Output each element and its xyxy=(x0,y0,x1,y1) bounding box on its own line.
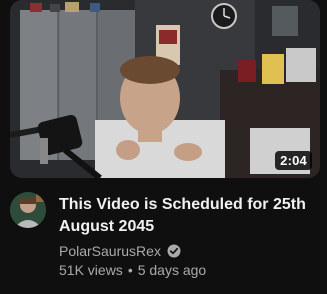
video-card[interactable]: 2:04 This Video is Scheduled for 25th Au… xyxy=(0,0,327,294)
video-thumbnail[interactable]: 2:04 xyxy=(10,0,320,178)
video-title[interactable]: This Video is Scheduled for 25th August … xyxy=(59,194,314,238)
thumbnail-image xyxy=(10,0,320,178)
channel-row[interactable]: PolarSaurusRex xyxy=(59,242,181,260)
view-count: 51K views xyxy=(59,262,123,278)
upload-age: 5 days ago xyxy=(137,262,207,278)
channel-avatar[interactable] xyxy=(10,192,46,228)
avatar-image xyxy=(10,192,46,228)
video-metadata: 51K views • 5 days ago xyxy=(59,262,206,278)
meta-separator: • xyxy=(127,262,133,278)
verified-check-icon xyxy=(167,244,181,258)
channel-name[interactable]: PolarSaurusRex xyxy=(59,243,161,259)
duration-badge: 2:04 xyxy=(275,151,312,170)
